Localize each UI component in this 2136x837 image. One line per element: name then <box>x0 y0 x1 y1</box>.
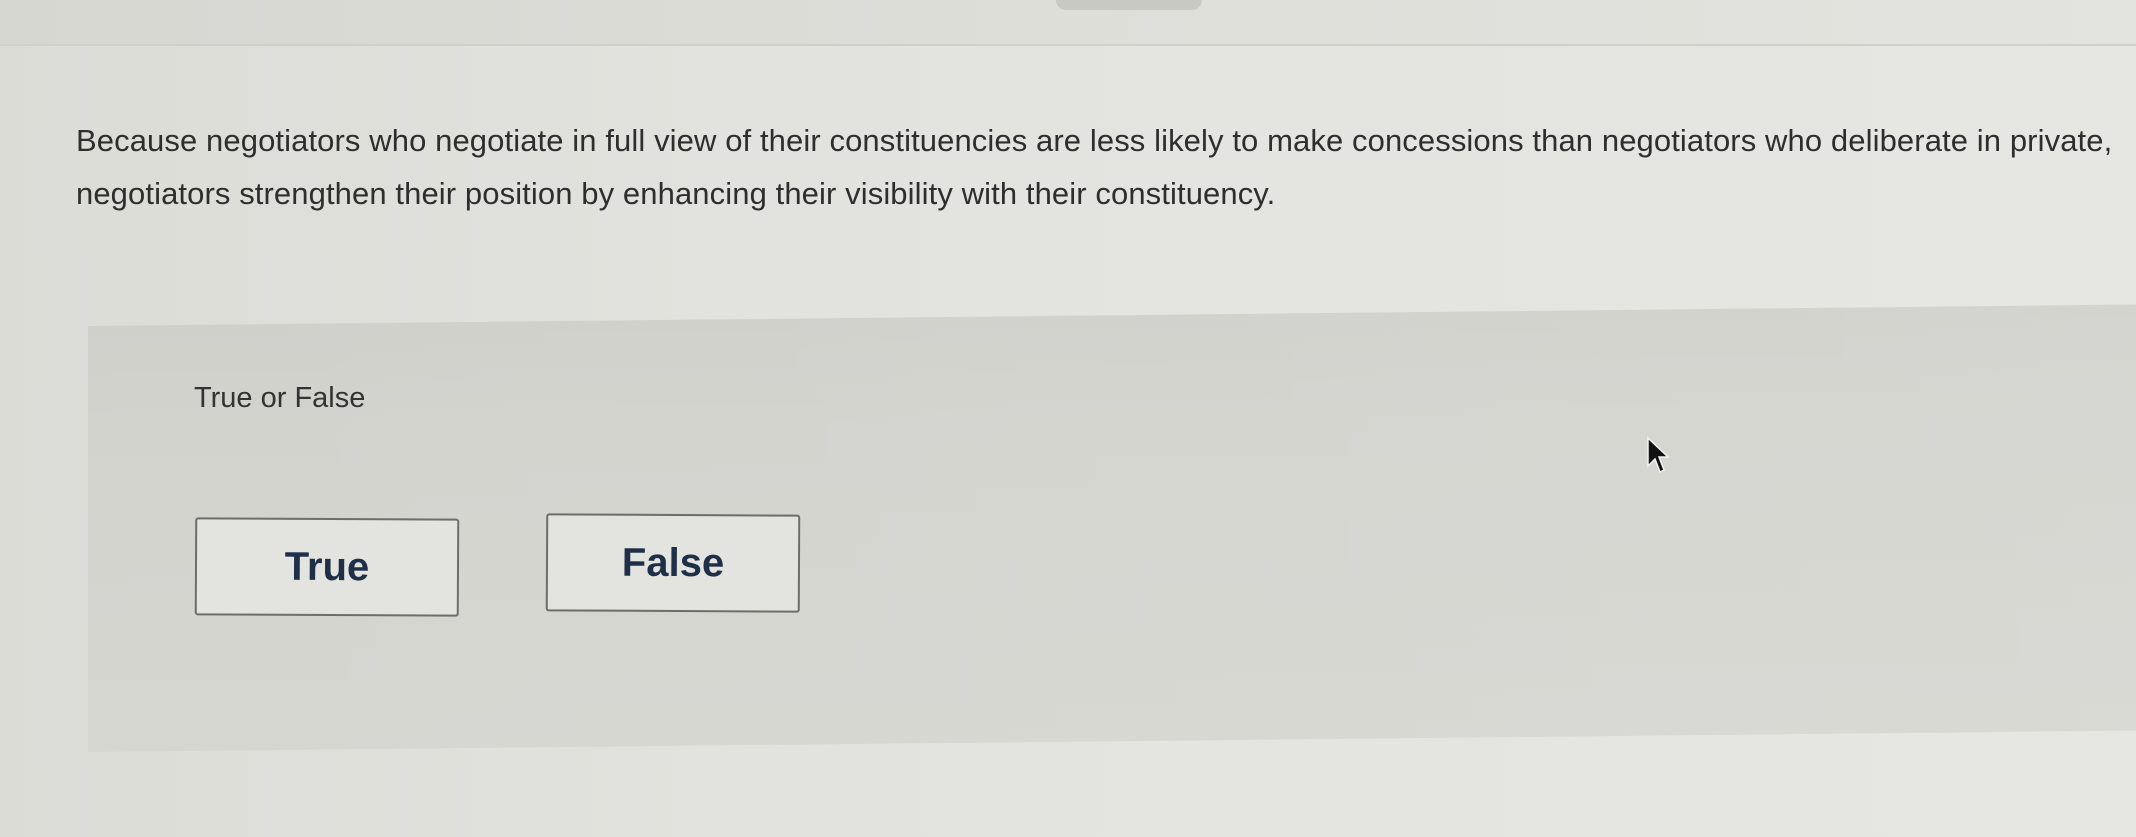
mouse-pointer-icon <box>1647 436 1670 474</box>
top-tab-handle <box>1056 0 1202 10</box>
question-type-label: True or False <box>194 382 366 414</box>
quiz-screen: Because negotiators who negotiate in ful… <box>0 0 2136 837</box>
false-button[interactable]: False <box>545 513 801 613</box>
question-text: Because negotiators who negotiate in ful… <box>76 123 2113 211</box>
top-bar <box>0 0 2136 46</box>
true-button[interactable]: True <box>194 517 460 617</box>
